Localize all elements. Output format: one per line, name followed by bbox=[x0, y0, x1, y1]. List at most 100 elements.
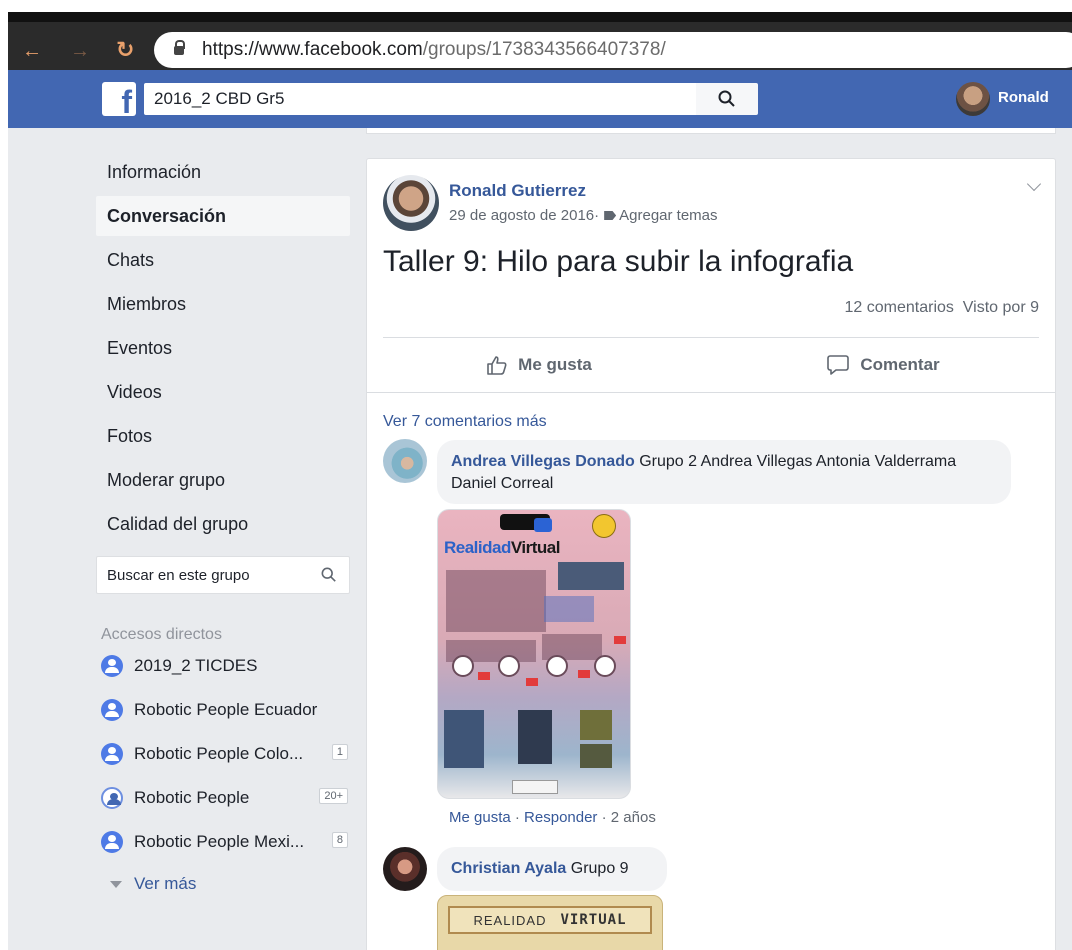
infographic-photo bbox=[580, 710, 612, 740]
comment-age[interactable]: 2 años bbox=[611, 809, 656, 826]
shortcuts-heading: Accesos directos bbox=[101, 626, 222, 643]
warning-icon bbox=[592, 514, 616, 538]
sidebar-item-conversacion[interactable]: Conversación bbox=[96, 196, 350, 236]
view-more-comments-link[interactable]: Ver 7 comentarios más bbox=[383, 413, 547, 431]
comments-count[interactable]: 12 comentarios bbox=[845, 299, 954, 316]
shortcut-item[interactable]: Robotic People Colo... 1 bbox=[96, 732, 350, 776]
user-name[interactable]: Ronald bbox=[998, 89, 1049, 106]
url-path: /groups/1738343566407378/ bbox=[422, 39, 666, 60]
divider bbox=[383, 337, 1039, 338]
comment-actions: Me gusta · Responder · 2 años bbox=[449, 809, 656, 826]
shortcut-label: 2019_2 TICDES bbox=[134, 656, 258, 675]
group-search-placeholder: Buscar en este grupo bbox=[107, 566, 250, 584]
shortcut-item[interactable]: Robotic People 20+ bbox=[96, 776, 350, 820]
infographic-icon bbox=[546, 655, 568, 677]
search-icon[interactable] bbox=[321, 567, 337, 583]
search-button[interactable] bbox=[696, 83, 758, 115]
shortcut-label: Robotic People Ecuador bbox=[134, 700, 318, 719]
infographic-logo bbox=[512, 780, 558, 794]
post-meta: 29 de agosto de 2016 · Agregar temas bbox=[449, 207, 718, 224]
seen-by[interactable]: Visto por 9 bbox=[963, 299, 1039, 316]
infographic-text-block bbox=[544, 596, 594, 622]
infographic-photo bbox=[518, 710, 552, 764]
comment-image-infographic[interactable]: RealidadVirtual bbox=[437, 509, 631, 799]
facebook-logo[interactable]: f bbox=[102, 82, 136, 116]
infographic-photo bbox=[558, 562, 624, 590]
group-icon bbox=[101, 743, 123, 765]
like-label: Me gusta bbox=[518, 355, 592, 374]
sidebar-item-videos[interactable]: Videos bbox=[96, 372, 350, 412]
infographic-icon bbox=[452, 655, 474, 677]
post-card: Ronald Gutierrez 29 de agosto de 2016 · … bbox=[366, 158, 1056, 950]
browser-toolbar: ← → ↻ https://www.facebook.com/groups/17… bbox=[8, 12, 1072, 70]
see-more-link[interactable]: Ver más bbox=[96, 864, 350, 904]
shortcut-item[interactable]: Robotic People Mexi... 8 bbox=[96, 820, 350, 864]
shortcut-label: Robotic People Colo... bbox=[134, 744, 304, 763]
infographic-photo bbox=[444, 710, 484, 768]
back-arrow-icon[interactable]: ← bbox=[22, 40, 42, 63]
facebook-header: f Ronald bbox=[8, 70, 1072, 128]
infographic-text-block bbox=[446, 570, 546, 632]
post-title: Taller 9: Hilo para subir la infografia bbox=[383, 245, 854, 278]
notification-badge: 1 bbox=[331, 744, 348, 760]
divider bbox=[367, 392, 1055, 393]
comment-text: Grupo 9 bbox=[566, 860, 629, 877]
comment-button[interactable]: Comentar bbox=[711, 339, 1055, 391]
comment-reply-link[interactable]: Responder bbox=[524, 809, 597, 826]
comment-bubble: Christian Ayala Grupo 9 bbox=[437, 847, 667, 891]
page-body: Información Conversación Chats Miembros … bbox=[8, 128, 1072, 950]
group-icon bbox=[101, 787, 123, 809]
chevron-down-icon[interactable] bbox=[1026, 176, 1042, 192]
commenter-name[interactable]: Christian Ayala bbox=[451, 860, 566, 877]
shortcut-label: Robotic People Mexi... bbox=[134, 832, 305, 851]
sidebar-item-chats[interactable]: Chats bbox=[96, 240, 350, 280]
shortcut-item[interactable]: Robotic People Ecuador bbox=[96, 688, 350, 732]
sidebar-item-calidad-del-grupo[interactable]: Calidad del grupo bbox=[96, 504, 350, 544]
sidebar-item-moderar-grupo[interactable]: Moderar grupo bbox=[96, 460, 350, 500]
address-bar[interactable]: https://www.facebook.com/groups/17383435… bbox=[154, 32, 1072, 68]
url-host: https://www.facebook.com bbox=[202, 39, 423, 60]
vr-headset-graphic bbox=[534, 518, 552, 532]
group-search-input[interactable]: Buscar en este grupo bbox=[96, 556, 350, 594]
search-icon bbox=[718, 90, 735, 107]
tag-icon bbox=[604, 211, 617, 220]
meta-separator: · bbox=[594, 207, 600, 224]
post-date[interactable]: 29 de agosto de 2016 bbox=[449, 207, 594, 224]
see-more-label: Ver más bbox=[134, 874, 197, 893]
triangle-down-icon bbox=[110, 880, 122, 888]
post-author[interactable]: Ronald Gutierrez bbox=[449, 181, 586, 201]
infographic-icon bbox=[594, 655, 616, 677]
previous-card-edge bbox=[366, 128, 1056, 134]
like-button[interactable]: Me gusta bbox=[367, 339, 711, 391]
notification-badge: 20+ bbox=[319, 788, 348, 804]
shortcut-item[interactable]: 2019_2 TICDES bbox=[96, 644, 350, 688]
comment-like-link[interactable]: Me gusta bbox=[449, 809, 511, 826]
group-icon bbox=[101, 831, 123, 853]
sidebar-item-fotos[interactable]: Fotos bbox=[96, 416, 350, 456]
infographic-marker bbox=[526, 678, 538, 686]
infographic-photo bbox=[580, 744, 612, 768]
sidebar-item-eventos[interactable]: Eventos bbox=[96, 328, 350, 368]
infographic-icon bbox=[498, 655, 520, 677]
add-topics-link[interactable]: Agregar temas bbox=[619, 207, 717, 224]
commenter-avatar[interactable] bbox=[383, 847, 427, 891]
sidebar-item-miembros[interactable]: Miembros bbox=[96, 284, 350, 324]
commenter-avatar[interactable] bbox=[383, 439, 427, 483]
comment-label: Comentar bbox=[860, 355, 940, 374]
sidebar-item-informacion[interactable]: Información bbox=[96, 152, 350, 192]
commenter-name[interactable]: Andrea Villegas Donado bbox=[451, 453, 635, 470]
comment-bubble: Andrea Villegas Donado Grupo 2 Andrea Vi… bbox=[437, 440, 1011, 504]
post-stats: 12 comentarios Visto por 9 bbox=[845, 299, 1039, 317]
group-icon bbox=[101, 655, 123, 677]
infographic-title: RealidadVirtual bbox=[444, 538, 560, 557]
comment-image-infographic[interactable]: REALIDAD VIRTUAL bbox=[437, 895, 663, 950]
thumbs-up-icon bbox=[487, 356, 507, 375]
infographic-title: REALIDAD VIRTUAL bbox=[448, 906, 652, 934]
user-avatar[interactable] bbox=[956, 82, 990, 116]
forward-arrow-icon[interactable]: → bbox=[70, 40, 90, 63]
author-avatar[interactable] bbox=[383, 175, 439, 231]
group-sidebar: Información Conversación Chats Miembros … bbox=[96, 152, 350, 904]
reload-icon[interactable]: ↻ bbox=[116, 37, 134, 63]
group-icon bbox=[101, 699, 123, 721]
facebook-search-input[interactable] bbox=[144, 83, 696, 115]
